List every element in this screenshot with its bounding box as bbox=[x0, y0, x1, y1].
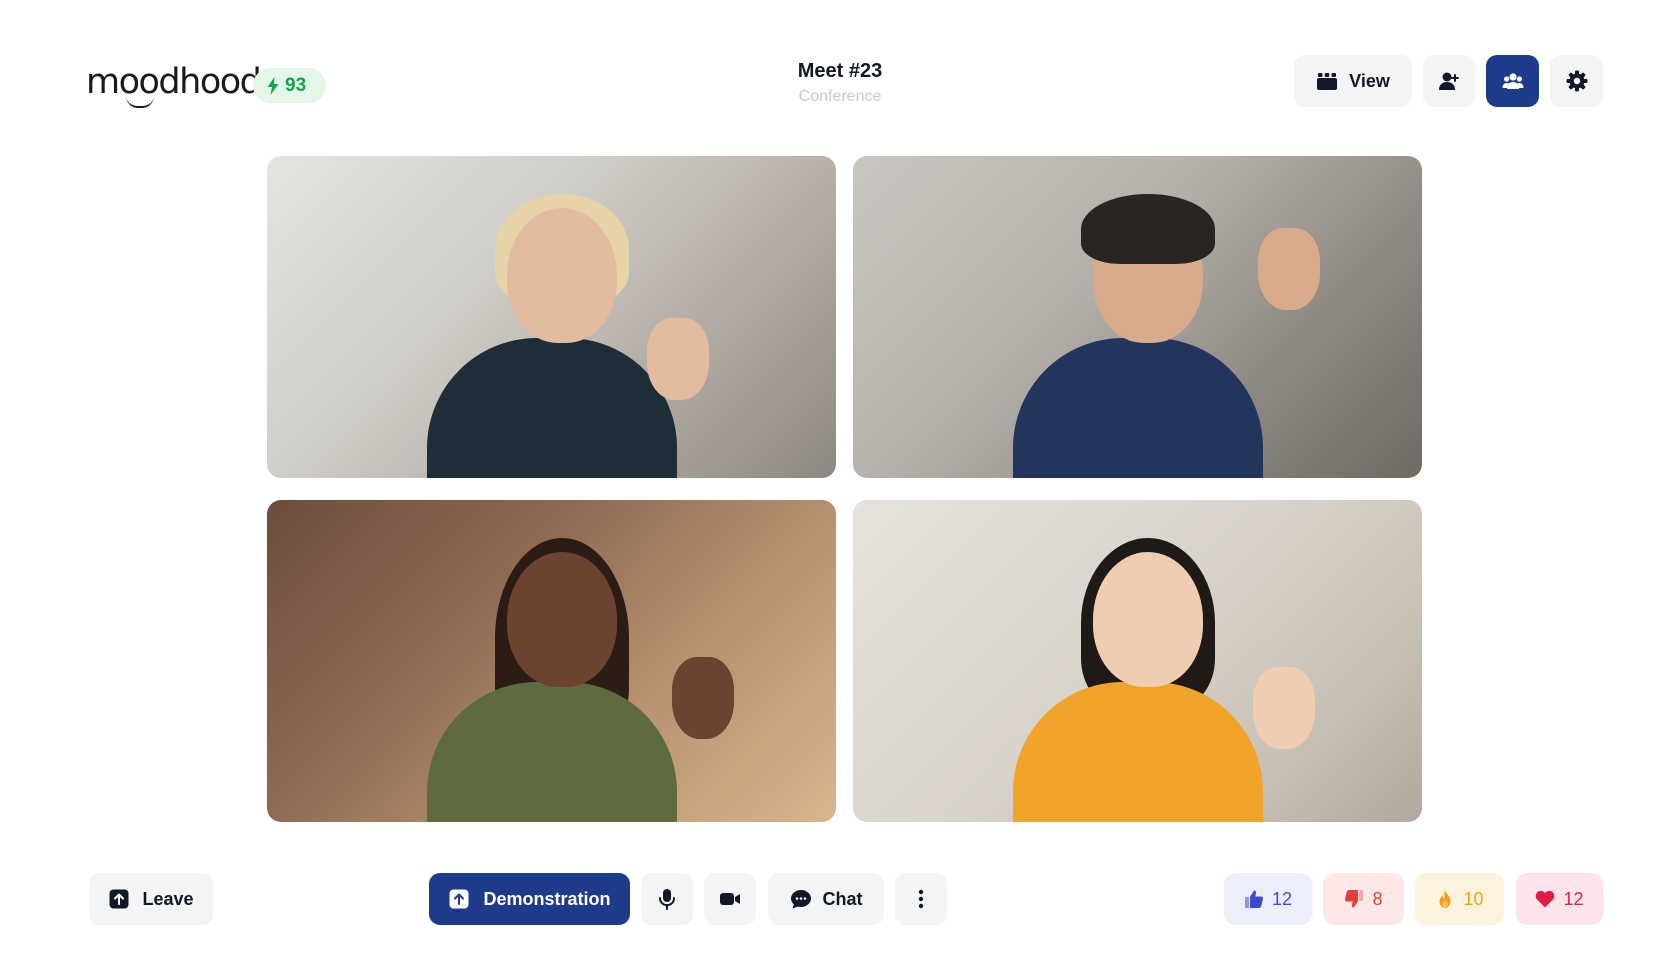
bolt-icon bbox=[267, 76, 279, 95]
demonstration-upload-icon bbox=[449, 889, 469, 909]
score-badge: 93 bbox=[253, 68, 326, 103]
thumbs-down-icon bbox=[1345, 890, 1364, 908]
participant-video bbox=[1003, 188, 1320, 478]
video-tile[interactable] bbox=[853, 500, 1422, 822]
fire-count: 10 bbox=[1463, 888, 1484, 909]
add-user-icon bbox=[1439, 72, 1459, 90]
more-options-button[interactable] bbox=[895, 873, 947, 925]
logo-text: moodhood bbox=[86, 62, 262, 102]
demonstration-label: Demonstration bbox=[483, 888, 611, 909]
like-reaction-button[interactable]: 12 bbox=[1224, 873, 1312, 925]
view-label: View bbox=[1349, 70, 1390, 91]
leave-icon bbox=[109, 889, 129, 909]
more-vertical-icon bbox=[918, 889, 924, 909]
microphone-button[interactable] bbox=[641, 873, 693, 925]
logo: moodhood bbox=[86, 62, 262, 108]
participant-video bbox=[1003, 532, 1315, 822]
grid-view-icon bbox=[1317, 73, 1338, 90]
dislike-reaction-button[interactable]: 8 bbox=[1323, 873, 1404, 925]
add-participant-button[interactable] bbox=[1423, 55, 1475, 107]
chat-label: Chat bbox=[822, 888, 863, 909]
video-tile[interactable] bbox=[267, 500, 836, 822]
microphone-icon bbox=[659, 889, 675, 910]
heart-reaction-button[interactable]: 12 bbox=[1516, 873, 1603, 925]
score-value: 93 bbox=[285, 74, 307, 96]
heart-icon bbox=[1536, 890, 1555, 908]
leave-label: Leave bbox=[142, 888, 194, 909]
participant-video bbox=[417, 188, 709, 478]
demonstration-button[interactable]: Demonstration bbox=[429, 873, 630, 925]
fire-icon bbox=[1439, 890, 1451, 908]
view-button[interactable]: View bbox=[1294, 55, 1412, 107]
video-tile[interactable] bbox=[853, 156, 1422, 478]
settings-button[interactable] bbox=[1550, 55, 1603, 107]
camera-button[interactable] bbox=[704, 873, 756, 925]
settings-icon bbox=[1566, 70, 1587, 92]
leave-button[interactable]: Leave bbox=[89, 873, 213, 925]
like-count: 12 bbox=[1271, 888, 1293, 909]
participants-icon bbox=[1502, 73, 1523, 89]
participant-video bbox=[417, 532, 734, 822]
thumbs-up-icon bbox=[1244, 890, 1263, 908]
video-camera-icon bbox=[720, 893, 740, 905]
dislike-count: 8 bbox=[1372, 888, 1383, 909]
logo-smile bbox=[126, 96, 154, 108]
fire-reaction-button[interactable]: 10 bbox=[1415, 873, 1504, 925]
heart-count: 12 bbox=[1563, 888, 1584, 909]
participants-button[interactable] bbox=[1486, 55, 1539, 107]
chat-button[interactable]: Chat bbox=[768, 873, 884, 925]
chat-bubble-icon bbox=[790, 890, 811, 909]
video-tile[interactable] bbox=[267, 156, 836, 478]
